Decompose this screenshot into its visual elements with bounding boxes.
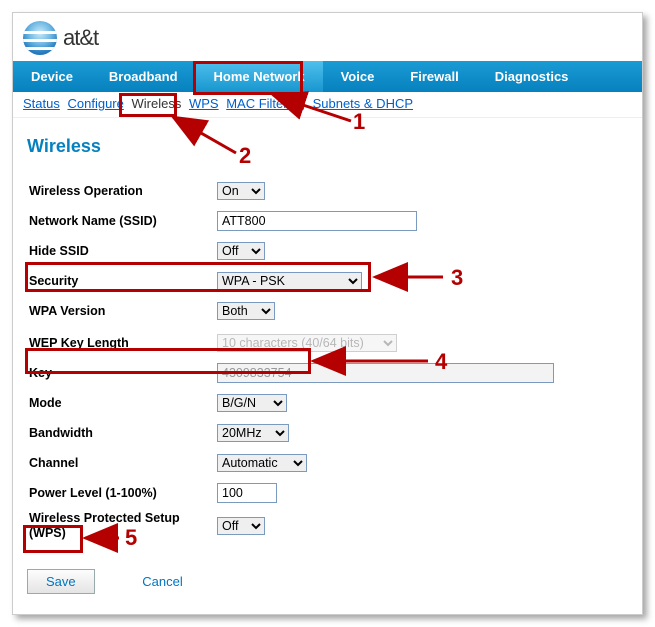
att-globe-icon: [23, 21, 57, 55]
cancel-button[interactable]: Cancel: [138, 570, 186, 593]
nav-diagnostics[interactable]: Diagnostics: [477, 61, 587, 92]
footer-buttons: Save Cancel: [13, 557, 642, 594]
label-wpa-version: WPA Version: [27, 304, 217, 318]
subnav-subnets-dhcp[interactable]: Subnets & DHCP: [313, 96, 413, 111]
main-nav: Device Broadband Home Network Voice Fire…: [13, 61, 642, 92]
select-security[interactable]: WPA - PSK: [217, 272, 362, 290]
brand-name: at&t: [63, 25, 98, 51]
select-wireless-operation[interactable]: On: [217, 182, 265, 200]
select-channel[interactable]: Automatic: [217, 454, 307, 472]
label-channel: Channel: [27, 456, 217, 470]
brand-row: at&t: [13, 13, 642, 61]
nav-voice[interactable]: Voice: [323, 61, 393, 92]
nav-broadband[interactable]: Broadband: [91, 61, 196, 92]
content: Wireless Wireless Operation On Network N…: [13, 118, 642, 557]
subnav-status[interactable]: Status: [23, 96, 60, 111]
save-button[interactable]: Save: [27, 569, 95, 594]
label-ssid: Network Name (SSID): [27, 214, 217, 228]
subnav-configure[interactable]: Configure: [67, 96, 123, 111]
subnav-wps[interactable]: WPS: [189, 96, 219, 111]
nav-device[interactable]: Device: [13, 61, 91, 92]
select-wps[interactable]: Off: [217, 517, 265, 535]
app-frame: at&t Device Broadband Home Network Voice…: [12, 12, 643, 615]
label-mode: Mode: [27, 396, 217, 410]
label-hide-ssid: Hide SSID: [27, 244, 217, 258]
label-security: Security: [27, 274, 217, 288]
nav-home-network[interactable]: Home Network: [196, 61, 323, 92]
label-key: Key: [27, 366, 217, 380]
label-power: Power Level (1-100%): [27, 486, 217, 500]
input-power[interactable]: [217, 483, 277, 503]
select-wpa-version[interactable]: Both: [217, 302, 275, 320]
subnav-wireless[interactable]: Wireless: [131, 96, 181, 111]
label-bandwidth: Bandwidth: [27, 426, 217, 440]
select-bandwidth[interactable]: 20MHz: [217, 424, 289, 442]
nav-firewall[interactable]: Firewall: [392, 61, 476, 92]
select-hide-ssid[interactable]: Off: [217, 242, 265, 260]
subnav-mac-filtering[interactable]: MAC Filtering: [226, 96, 305, 111]
label-wps: Wireless Protected Setup (WPS): [27, 511, 217, 541]
sub-nav: Status Configure Wireless WPS MAC Filter…: [13, 92, 642, 118]
page-title: Wireless: [27, 136, 628, 157]
select-wep-length: 10 characters (40/64 bits): [217, 334, 397, 352]
select-mode[interactable]: B/G/N: [217, 394, 287, 412]
label-wireless-operation: Wireless Operation: [27, 184, 217, 198]
input-key[interactable]: [217, 363, 554, 383]
label-wep-length: WEP Key Length: [27, 336, 217, 350]
input-ssid[interactable]: [217, 211, 417, 231]
